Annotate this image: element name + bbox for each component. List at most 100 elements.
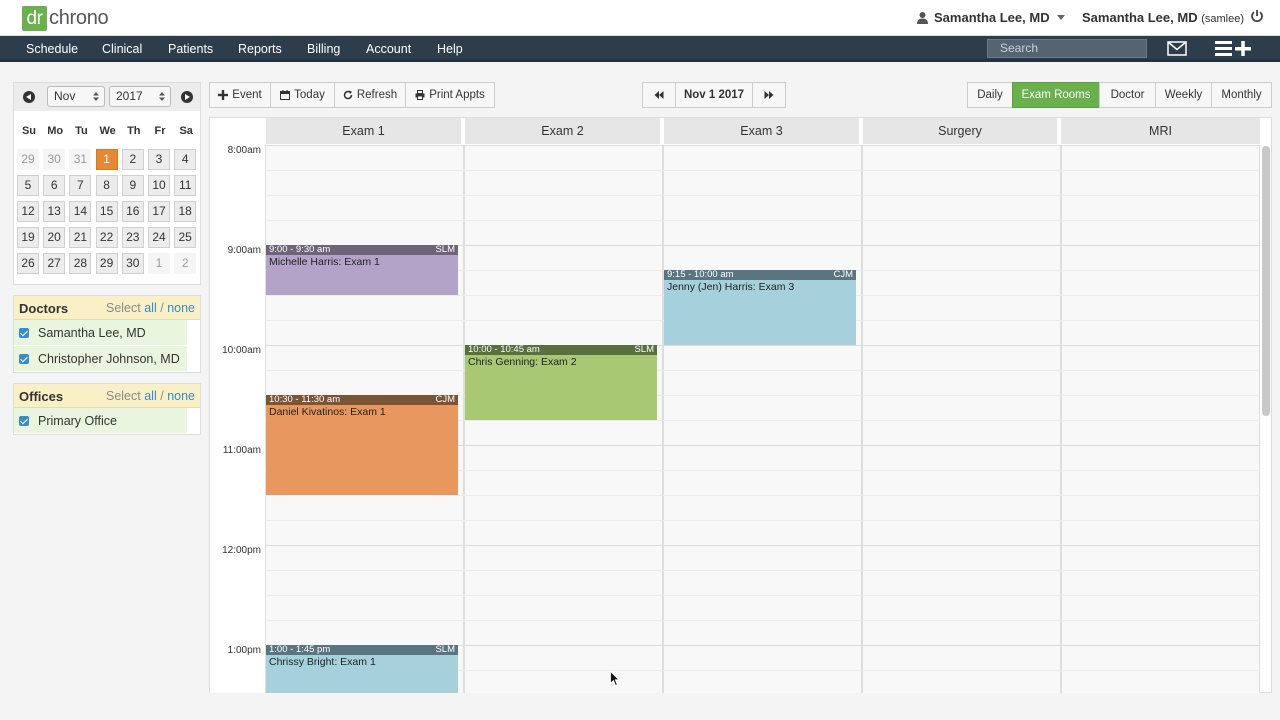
- nav-help[interactable]: Help: [437, 42, 463, 56]
- nav-account[interactable]: Account: [366, 42, 411, 56]
- nav-schedule[interactable]: Schedule: [26, 42, 78, 56]
- day-cell[interactable]: 25: [174, 227, 197, 248]
- nav-patients[interactable]: Patients: [168, 42, 213, 56]
- room-header-mri: MRI: [1061, 118, 1260, 144]
- day-cell[interactable]: 4: [174, 149, 197, 170]
- appointment-block[interactable]: 10:30 - 11:30 am CJM Daniel Kivatinos: Exa…: [266, 395, 458, 495]
- day-cell[interactable]: 11: [174, 175, 197, 196]
- user-dropdown[interactable]: Samantha Lee, MD: [917, 10, 1065, 25]
- refresh-button[interactable]: Refresh: [334, 82, 406, 108]
- day-cell-selected[interactable]: 1: [95, 149, 118, 170]
- today-label: Today: [294, 89, 325, 101]
- nav-clinical[interactable]: Clinical: [102, 42, 142, 56]
- chevron-down-icon: [1056, 15, 1065, 20]
- doctor-row[interactable]: Christopher Johnson, MD: [14, 346, 187, 372]
- appointment-time: 10:00 - 10:45 am: [468, 345, 540, 355]
- day-cell[interactable]: 16: [121, 201, 144, 222]
- day-cell[interactable]: 26: [17, 253, 39, 274]
- day-cell[interactable]: 30: [121, 253, 144, 274]
- today-button[interactable]: Today: [270, 82, 335, 108]
- prev-month-icon[interactable]: [23, 91, 35, 103]
- checkbox[interactable]: [19, 354, 29, 364]
- day-cell[interactable]: 14: [69, 201, 92, 222]
- day-cell[interactable]: 31: [69, 149, 92, 170]
- day-cell[interactable]: 2: [121, 149, 144, 170]
- day-cell[interactable]: 21: [69, 227, 92, 248]
- select-separator: /: [160, 301, 164, 315]
- vertical-scrollbar[interactable]: [1262, 146, 1270, 416]
- nav-reports[interactable]: Reports: [238, 42, 282, 56]
- select-none-link[interactable]: none: [167, 301, 195, 315]
- day-cell[interactable]: 30: [43, 149, 66, 170]
- select-none-link[interactable]: none: [167, 389, 195, 403]
- top-bar: dr chrono Samantha Lee, MD Samantha Lee,…: [0, 0, 1280, 36]
- day-cell[interactable]: 29: [95, 253, 118, 274]
- day-cell[interactable]: 5: [17, 175, 39, 196]
- refresh-icon: [343, 90, 353, 100]
- print-appts-button[interactable]: Print Appts: [405, 82, 495, 108]
- view-monthly-button[interactable]: Monthly: [1211, 82, 1272, 108]
- day-cell[interactable]: 29: [17, 149, 39, 170]
- day-cell[interactable]: 19: [17, 227, 39, 248]
- day-cell[interactable]: 7: [69, 175, 92, 196]
- day-cell[interactable]: 3: [148, 149, 170, 170]
- day-cell[interactable]: 17: [148, 201, 170, 222]
- day-cell[interactable]: 6: [43, 175, 66, 196]
- day-cell[interactable]: 28: [69, 253, 92, 274]
- day-cell[interactable]: 8: [95, 175, 118, 196]
- time-slot-line: [265, 195, 1260, 196]
- appointment-header: 10:00 - 10:45 am SLM: [465, 345, 657, 355]
- current-date-button[interactable]: Nov 1 2017: [675, 82, 753, 108]
- menu-plus-icon[interactable]: [1215, 40, 1253, 57]
- logo-chrono: chrono: [49, 7, 109, 29]
- next-month-icon[interactable]: [181, 91, 193, 103]
- room-column[interactable]: [1061, 145, 1260, 693]
- day-cell[interactable]: 20: [43, 227, 66, 248]
- appointment-block[interactable]: 1:00 - 1:45 pm SLM Chrissy Bright: Exam 1: [266, 645, 458, 693]
- day-cell[interactable]: 13: [43, 201, 66, 222]
- day-cell[interactable]: 23: [121, 227, 144, 248]
- view-weekly-button[interactable]: Weekly: [1155, 82, 1212, 108]
- checkbox[interactable]: [19, 416, 29, 426]
- updown-icon: [159, 92, 165, 101]
- add-event-button[interactable]: Event: [209, 82, 271, 108]
- room-column[interactable]: [663, 145, 862, 693]
- nav-billing[interactable]: Billing: [307, 42, 340, 56]
- day-cell[interactable]: 18: [174, 201, 197, 222]
- year-select[interactable]: 2017: [109, 86, 171, 107]
- day-cell[interactable]: 24: [148, 227, 170, 248]
- appointment-block[interactable]: 10:00 - 10:45 am SLM Chris Genning: Exam 2: [465, 345, 657, 420]
- select-all-link[interactable]: all: [144, 389, 157, 403]
- appointment-time: 9:00 - 9:30 am: [269, 245, 331, 255]
- day-cell[interactable]: 2: [174, 253, 197, 274]
- time-slot-line: [265, 545, 1260, 546]
- doctor-row[interactable]: Samantha Lee, MD: [14, 320, 187, 346]
- appointment-block[interactable]: 9:15 - 10:00 am CJM Jenny (Jen) Harris: Ex…: [664, 270, 856, 345]
- month-select[interactable]: Nov: [47, 86, 105, 107]
- office-row[interactable]: Primary Office: [14, 408, 187, 434]
- select-all-link[interactable]: all: [144, 301, 157, 315]
- appointment-block[interactable]: 9:00 - 9:30 am SLM Michelle Harris: Exam 1: [266, 245, 458, 295]
- power-icon[interactable]: [1250, 9, 1264, 23]
- day-cell[interactable]: 10: [148, 175, 170, 196]
- search-input[interactable]: Search: [987, 39, 1147, 58]
- day-cell[interactable]: 22: [95, 227, 118, 248]
- day-cell[interactable]: 15: [95, 201, 118, 222]
- select-prefix: Select: [105, 301, 141, 315]
- view-exam-rooms-button[interactable]: Exam Rooms: [1012, 82, 1100, 108]
- appointment-header: 9:00 - 9:30 am SLM: [266, 245, 458, 255]
- day-cell[interactable]: 12: [17, 201, 39, 222]
- room-column[interactable]: [862, 145, 1061, 693]
- day-cell[interactable]: 1: [148, 253, 170, 274]
- checkbox[interactable]: [19, 328, 29, 338]
- view-doctor-button[interactable]: Doctor: [1099, 82, 1156, 108]
- room-header-exam-1: Exam 1: [266, 118, 465, 144]
- day-cell[interactable]: 9: [121, 175, 144, 196]
- prev-day-button[interactable]: [642, 82, 676, 108]
- drchrono-logo[interactable]: dr chrono: [22, 6, 109, 31]
- mail-icon[interactable]: [1167, 41, 1187, 56]
- next-day-button[interactable]: [752, 82, 786, 108]
- view-daily-button[interactable]: Daily: [967, 82, 1013, 108]
- doctors-panel: Doctors Select all / none Samantha Lee, …: [13, 295, 201, 373]
- day-cell[interactable]: 27: [43, 253, 66, 274]
